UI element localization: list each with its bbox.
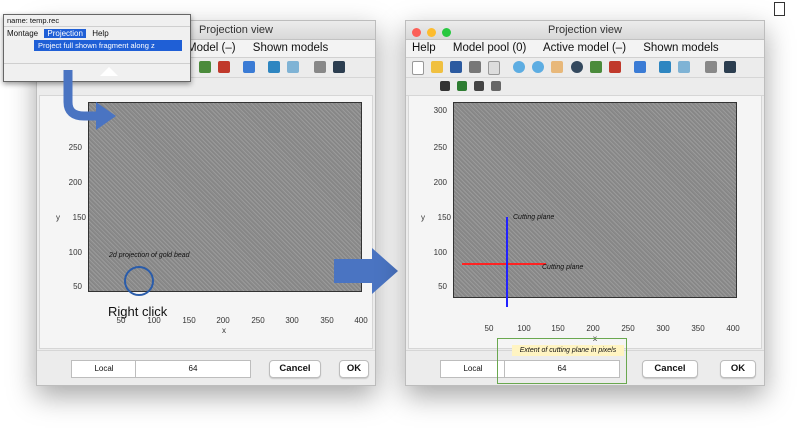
- left-y-tick: 50: [73, 282, 82, 291]
- right-projection-window: Projection view Help Model pool (0) Acti…: [405, 20, 765, 386]
- corner-square-icon[interactable]: [774, 2, 785, 16]
- right-toolbar: [406, 58, 764, 78]
- zoom-out-icon[interactable]: [532, 61, 545, 73]
- cutting-plane-horizontal-label: Cutting plane: [542, 264, 584, 271]
- left-y-tick: 250: [68, 143, 82, 152]
- copy-icon[interactable]: [633, 61, 646, 73]
- print-icon[interactable]: [469, 61, 482, 73]
- window-controls: [412, 25, 454, 43]
- open-folder-icon[interactable]: [431, 61, 444, 73]
- cursor-indicator: [100, 67, 118, 76]
- brush-icon[interactable]: [218, 61, 231, 73]
- histogram-icon[interactable]: [440, 81, 450, 91]
- left-x-tick: 350: [320, 316, 334, 325]
- left-x-tick: 300: [285, 316, 299, 325]
- left-x-tick: 400: [354, 316, 368, 325]
- close-icon[interactable]: [412, 28, 421, 37]
- minimize-icon[interactable]: [427, 28, 437, 37]
- popup-filename: name: temp.rec: [4, 15, 190, 27]
- right-window-titlebar: Projection view: [406, 21, 764, 40]
- left-x-tick: 200: [216, 316, 230, 325]
- right-menu-help[interactable]: Help: [412, 42, 436, 54]
- panel-icon[interactable]: [658, 61, 671, 73]
- right-y-tick: 300: [433, 106, 447, 115]
- right-x-tick: 200: [586, 324, 600, 333]
- right-ok-button[interactable]: OK: [720, 360, 756, 378]
- left-x-tick: 250: [251, 316, 265, 325]
- left-x-tick: 150: [182, 316, 196, 325]
- cube-icon[interactable]: [491, 81, 502, 91]
- new-file-icon[interactable]: [412, 61, 424, 75]
- right-y-tick: 150: [437, 213, 451, 222]
- profile-icon[interactable]: [474, 81, 485, 91]
- curved-arrow-icon: [63, 70, 116, 130]
- right-tomogram-image[interactable]: [453, 102, 737, 298]
- model-icon[interactable]: [199, 61, 211, 73]
- window-icon[interactable]: [333, 61, 346, 73]
- left-x-axis-label: x: [222, 326, 226, 335]
- right-x-tick: 150: [551, 324, 565, 333]
- panel-icon[interactable]: [268, 61, 281, 73]
- square-icon[interactable]: [704, 61, 717, 73]
- left-y-tick: 100: [68, 248, 82, 257]
- grid-icon[interactable]: [677, 61, 690, 73]
- model-icon[interactable]: [589, 61, 602, 73]
- grid-icon[interactable]: [287, 61, 300, 73]
- right-y-axis-label: y: [421, 213, 425, 222]
- left-local-value-field[interactable]: 64: [135, 360, 251, 378]
- brush-icon[interactable]: [608, 61, 621, 73]
- left-footer: Local 64 Cancel OK: [37, 350, 375, 385]
- right-menu-shown-models[interactable]: Shown models: [643, 42, 718, 54]
- vertical-cutting-line[interactable]: [506, 217, 508, 307]
- pan-hand-icon[interactable]: [551, 61, 564, 73]
- maximize-icon[interactable]: [442, 28, 452, 37]
- gold-bead-annotation: 2d projection of gold bead: [109, 252, 190, 259]
- pointer-icon[interactable]: [488, 61, 501, 75]
- popup-item-project-full[interactable]: Project full shown fragment along z: [34, 40, 182, 51]
- left-ok-button[interactable]: OK: [339, 360, 369, 378]
- right-y-tick: 250: [433, 143, 447, 152]
- left-local-label: Local: [71, 360, 137, 378]
- window-icon[interactable]: [723, 61, 736, 73]
- right-y-tick: 100: [433, 248, 447, 257]
- popup-menu-help[interactable]: Help: [92, 29, 108, 38]
- right-window-title: Projection view: [548, 24, 622, 36]
- left-y-tick: 200: [68, 178, 82, 187]
- right-x-tick: 50: [484, 324, 494, 333]
- right-y-tick: 50: [438, 282, 447, 291]
- right-x-tick: 350: [691, 324, 705, 333]
- right-x-tick: 100: [517, 324, 531, 333]
- horizontal-cutting-line[interactable]: [462, 263, 546, 265]
- right-cancel-button[interactable]: Cancel: [642, 360, 698, 378]
- right-y-tick: 200: [433, 178, 447, 187]
- left-menu-shown-models[interactable]: Shown models: [253, 42, 328, 54]
- right-x-tick: 250: [621, 324, 635, 333]
- right-plot-area: 300 250 200 150 100 50 y 50 100 150 200 …: [408, 95, 762, 349]
- left-cancel-button[interactable]: Cancel: [269, 360, 321, 378]
- left-window-title: Projection view: [199, 24, 273, 36]
- right-menu-active-model[interactable]: Active model (–): [543, 42, 626, 54]
- extent-note: Extent of cutting plane in pixels: [512, 345, 624, 356]
- left-menu-model[interactable]: Model (–): [187, 42, 236, 54]
- right-menubar: Help Model pool (0) Active model (–) Sho…: [406, 40, 764, 58]
- right-x-tick: 300: [656, 324, 670, 333]
- cutting-plane-vertical-label: Cutting plane: [513, 214, 555, 221]
- right-click-label: Right click: [108, 304, 168, 319]
- left-y-tick: 150: [72, 213, 86, 222]
- popup-menu-projection[interactable]: Projection: [44, 29, 86, 38]
- zoom-in-icon[interactable]: [513, 61, 526, 73]
- copy-icon[interactable]: [243, 61, 256, 73]
- square-icon[interactable]: [314, 61, 327, 73]
- popup-menubar: Montage Projection Help: [4, 27, 190, 40]
- rotate-icon[interactable]: [570, 61, 583, 73]
- right-toolbar-secondary: [406, 78, 764, 96]
- right-x-tick: 400: [726, 324, 740, 333]
- left-y-axis-label: y: [56, 213, 60, 222]
- contrast-icon[interactable]: [457, 81, 468, 91]
- arrow-right-icon: [334, 248, 398, 294]
- right-menu-model-pool[interactable]: Model pool (0): [453, 42, 527, 54]
- popup-menu-montage[interactable]: Montage: [7, 29, 38, 38]
- save-icon[interactable]: [450, 61, 463, 73]
- gold-bead-circle: [124, 266, 154, 296]
